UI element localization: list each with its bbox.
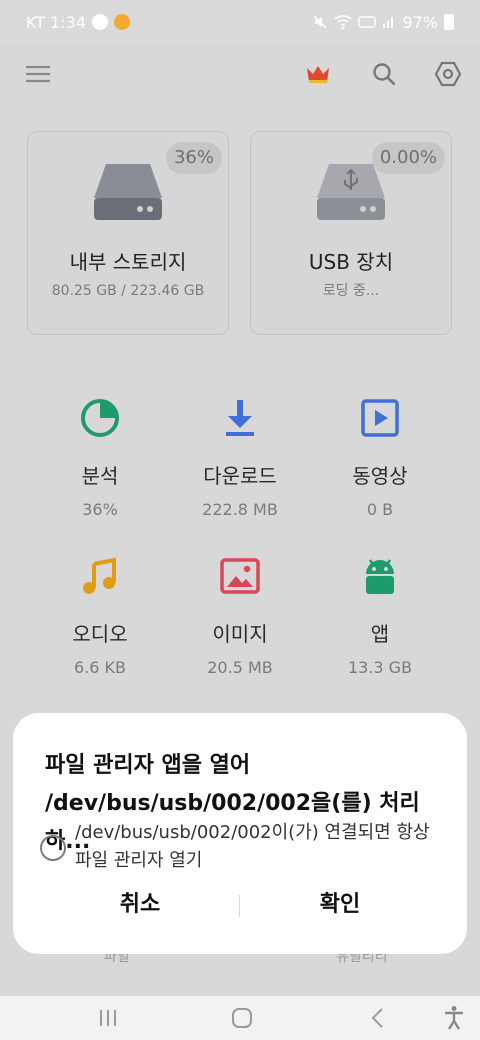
system-nav-bar xyxy=(0,996,480,1040)
category-audio[interactable]: 오디오 6.6 KB xyxy=(30,554,170,684)
category-label: 이미지 xyxy=(212,622,268,646)
carrier-time: KT 1:34 xyxy=(26,12,87,32)
crown-icon[interactable] xyxy=(304,60,332,88)
accessibility-button[interactable] xyxy=(434,996,474,1040)
wifi-icon xyxy=(334,15,352,30)
always-open-radio[interactable] xyxy=(40,835,66,861)
category-label: 앱 xyxy=(370,622,390,646)
category-label: 분석 xyxy=(81,464,119,488)
category-download[interactable]: 다운로드 222.8 MB xyxy=(170,396,310,526)
always-open-label[interactable]: /dev/bus/usb/002/002이(가) 연결되면 항상 파일 관리자 … xyxy=(75,819,445,875)
hd-icon xyxy=(358,16,377,28)
message-notification-icon xyxy=(92,14,109,30)
confirm-button[interactable]: 확인 xyxy=(235,885,445,925)
music-note-icon xyxy=(83,557,116,594)
mute-icon xyxy=(313,15,327,29)
open-with-dialog: 파일 관리자 앱을 열어 /dev/bus/usb/002/002을(를) 처리… xyxy=(13,713,467,954)
battery-icon xyxy=(444,14,454,30)
internal-storage-usage: 80.25 GB / 223.46 GB xyxy=(51,283,205,299)
internal-drive-icon xyxy=(94,164,162,220)
back-icon xyxy=(371,1008,383,1028)
internal-storage-card[interactable]: 36% 내부 스토리지 80.25 GB / 223.46 GB xyxy=(27,131,229,335)
internal-storage-percent: 36% xyxy=(165,142,222,174)
category-image[interactable]: 이미지 20.5 MB xyxy=(170,554,310,684)
analysis-pie-icon xyxy=(81,399,119,437)
category-label: 오디오 xyxy=(72,622,128,646)
usb-storage-status: 로딩 중... xyxy=(322,283,380,299)
category-size: 20.5 MB xyxy=(207,658,273,677)
usb-drive-icon xyxy=(317,164,385,220)
status-bar: KT 1:34 97% xyxy=(0,0,480,44)
home-icon xyxy=(232,1008,252,1028)
usb-storage-card[interactable]: 0.00% USB 장치 로딩 중... xyxy=(250,131,452,335)
android-icon xyxy=(366,559,394,594)
toolbar xyxy=(0,44,480,104)
internal-storage-title: 내부 스토리지 xyxy=(69,250,187,274)
category-size: 222.8 MB xyxy=(202,500,278,519)
category-size: 36% xyxy=(82,500,118,519)
category-video[interactable]: 동영상 0 B xyxy=(310,396,450,526)
signal-icon xyxy=(383,17,394,28)
image-icon xyxy=(220,558,260,594)
app-notification-icon xyxy=(114,14,131,30)
back-button[interactable] xyxy=(358,996,398,1040)
accessibility-icon xyxy=(445,1006,463,1030)
category-label: 동영상 xyxy=(352,464,408,488)
category-label: 다운로드 xyxy=(203,464,277,488)
category-analysis[interactable]: 분석 36% xyxy=(30,396,170,526)
download-icon xyxy=(226,400,254,436)
cancel-button[interactable]: 취소 xyxy=(35,885,245,925)
category-size: 13.3 GB xyxy=(347,658,413,677)
settings-hex-icon[interactable] xyxy=(434,60,462,88)
video-icon xyxy=(361,399,399,437)
usb-storage-title: USB 장치 xyxy=(308,250,394,274)
recents-icon xyxy=(100,1010,116,1026)
category-size: 0 B xyxy=(366,500,394,519)
menu-icon[interactable] xyxy=(24,60,52,88)
category-apps[interactable]: 앱 13.3 GB xyxy=(310,554,450,684)
recents-button[interactable] xyxy=(88,996,128,1040)
category-size: 6.6 KB xyxy=(74,658,126,677)
home-button[interactable] xyxy=(220,996,264,1040)
search-icon[interactable] xyxy=(370,60,398,88)
battery-percent: 97% xyxy=(402,12,438,32)
